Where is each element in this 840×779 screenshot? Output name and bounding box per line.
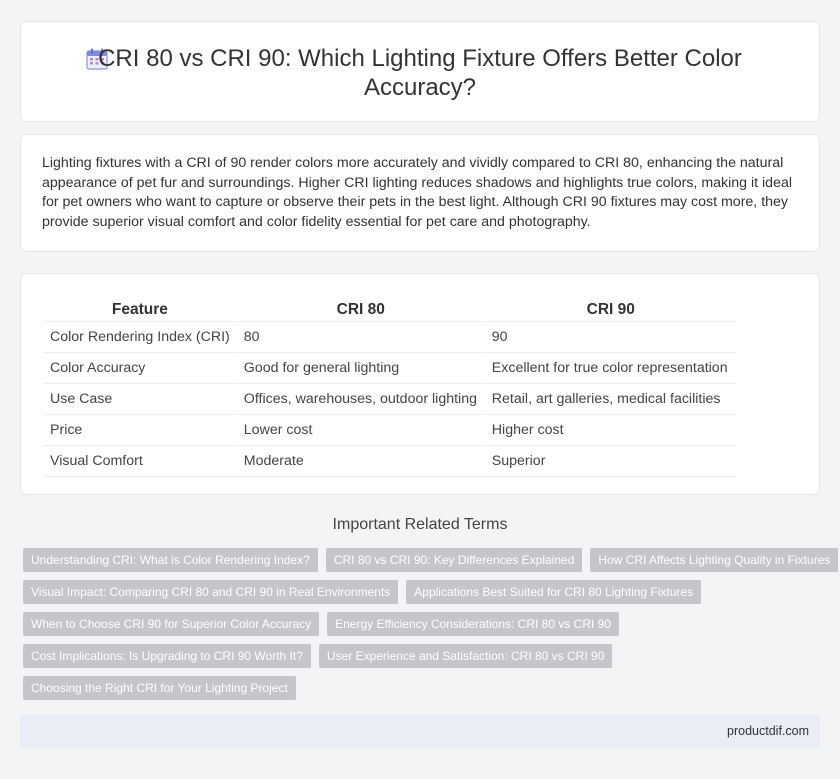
table-cell: Color Accuracy	[44, 353, 236, 384]
table-cell: 80	[237, 322, 484, 353]
related-term-link[interactable]: Choosing the Right CRI for Your Lighting…	[23, 676, 296, 700]
related-term-link[interactable]: Applications Best Suited for CRI 80 Ligh…	[406, 580, 702, 604]
related-term-link[interactable]: Energy Efficiency Considerations: CRI 80…	[327, 612, 620, 636]
related-term-link[interactable]: User Experience and Satisfaction: CRI 80…	[318, 644, 613, 668]
table-cell: Visual Comfort	[44, 446, 236, 477]
table-cell: 90	[485, 322, 736, 353]
column-header-cri80: CRI 80	[237, 296, 484, 322]
table-cell: Higher cost	[485, 415, 736, 446]
table-cell: Superior	[485, 446, 736, 477]
column-header-feature: Feature	[44, 296, 236, 322]
related-term-link[interactable]: How CRI Affects Lighting Quality in Fixt…	[590, 548, 839, 572]
page-title: CRI 80 vs CRI 90: Which Lighting Fixture…	[98, 45, 742, 101]
intro-card: Lighting fixtures with a CRI of 90 rende…	[20, 134, 820, 252]
related-terms-heading: Important Related Terms	[332, 516, 508, 533]
comparison-card: Feature CRI 80 CRI 90 Color Rendering In…	[20, 273, 820, 495]
site-link[interactable]: productdif.com	[727, 724, 809, 738]
intro-paragraph: Lighting fixtures with a CRI of 90 rende…	[42, 155, 793, 230]
related-term-link[interactable]: When to Choose CRI 90 for Superior Color…	[23, 612, 320, 636]
table-header-row: Feature CRI 80 CRI 90	[44, 296, 736, 322]
table-cell: Offices, warehouses, outdoor lighting	[237, 384, 484, 415]
table-cell: Lower cost	[237, 415, 484, 446]
title-card: CRI 80 vs CRI 90: Which Lighting Fixture…	[20, 21, 820, 122]
related-term-link[interactable]: Understanding CRI: What is Color Renderi…	[23, 548, 318, 572]
related-term-link[interactable]: Visual Impact: Comparing CRI 80 and CRI …	[23, 580, 399, 604]
table-row: Visual Comfort Moderate Superior	[44, 446, 736, 477]
table-row: Price Lower cost Higher cost	[44, 415, 736, 446]
table-cell: Price	[44, 415, 236, 446]
table-cell: Use Case	[44, 384, 236, 415]
table-row: Color Rendering Index (CRI) 80 90	[44, 322, 736, 353]
comparison-table: Feature CRI 80 CRI 90 Color Rendering In…	[42, 296, 738, 477]
related-terms-list: Understanding CRI: What is Color Renderi…	[23, 548, 839, 708]
footer-bar: productdif.com	[20, 714, 820, 748]
column-header-cri90: CRI 90	[485, 296, 736, 322]
table-cell: Excellent for true color representation	[485, 353, 736, 384]
table-row: Color Accuracy Good for general lighting…	[44, 353, 736, 384]
table-cell: Color Rendering Index (CRI)	[44, 322, 236, 353]
table-cell: Moderate	[237, 446, 484, 477]
table-cell: Retail, art galleries, medical facilitie…	[485, 384, 736, 415]
table-row: Use Case Offices, warehouses, outdoor li…	[44, 384, 736, 415]
table-cell: Good for general lighting	[237, 353, 484, 384]
related-term-link[interactable]: Cost Implications: Is Upgrading to CRI 9…	[23, 644, 311, 668]
related-term-link[interactable]: CRI 80 vs CRI 90: Key Differences Explai…	[325, 548, 583, 572]
